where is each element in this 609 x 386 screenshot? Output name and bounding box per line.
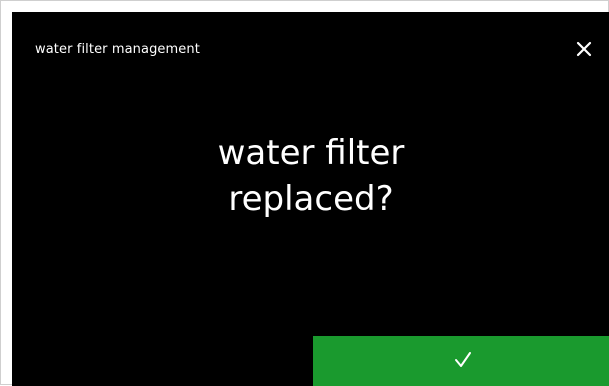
confirm-button[interactable]: [313, 336, 609, 386]
question-line-2: replaced?: [228, 179, 394, 219]
close-button[interactable]: [570, 35, 598, 63]
close-icon: [576, 41, 592, 57]
question-line-1: water filter: [217, 133, 405, 173]
confirmation-question: water filter replaced?: [12, 130, 609, 222]
checkmark-icon: [455, 352, 471, 367]
display-screen: water filter management water filter rep…: [12, 12, 609, 386]
page-title: water filter management: [35, 42, 200, 57]
device-frame: water filter management water filter rep…: [0, 0, 609, 386]
